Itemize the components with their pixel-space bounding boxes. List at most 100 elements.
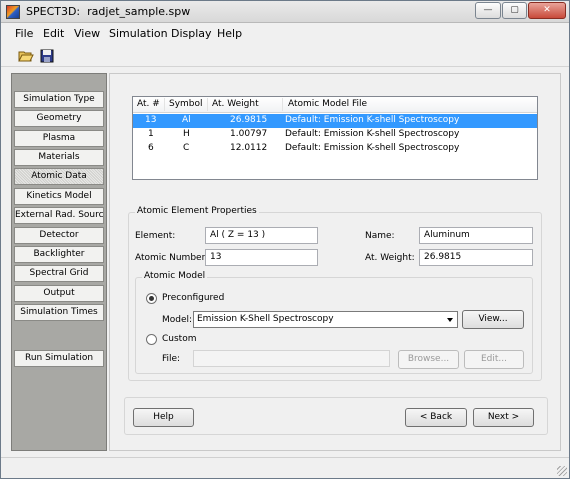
- sidebar-item-label: Spectral Grid: [29, 268, 89, 278]
- cell-model-file: Default: Emission K-shell Spectroscopy: [285, 115, 460, 125]
- atomic-element-properties-group: Atomic Element Properties Element: Al ( …: [128, 206, 542, 381]
- sidebar-item-label: Kinetics Model: [26, 191, 92, 201]
- file-field[interactable]: [193, 350, 390, 367]
- sidebar-item-label: External Rad. Source: [15, 210, 104, 220]
- cell-weight: 1.00797: [230, 129, 268, 139]
- open-folder-icon: [18, 51, 34, 62]
- sidebar: Simulation Type Geometry Plasma Material…: [11, 73, 107, 451]
- cell-atomic-number: 13: [145, 115, 157, 125]
- weight-field[interactable]: 26.9815: [419, 249, 533, 266]
- name-field[interactable]: Aluminum: [419, 227, 533, 244]
- save-disk-icon: [40, 49, 54, 63]
- table-row[interactable]: 6 C 12.0112 Default: Emission K-shell Sp…: [133, 142, 537, 156]
- preconfigured-radio[interactable]: [146, 293, 157, 304]
- sidebar-item-detector[interactable]: Detector: [14, 227, 104, 244]
- sidebar-item-simulation-type[interactable]: Simulation Type: [14, 91, 104, 108]
- sidebar-item-backlighter[interactable]: Backlighter: [14, 246, 104, 263]
- atomic-number-field[interactable]: 13: [205, 249, 318, 266]
- table-row[interactable]: 1 H 1.00797 Default: Emission K-shell Sp…: [133, 128, 537, 142]
- close-icon: ✕: [543, 5, 551, 15]
- element-field[interactable]: Al ( Z = 13 ): [205, 227, 318, 244]
- sidebar-item-output[interactable]: Output: [14, 285, 104, 302]
- next-button[interactable]: Next >: [473, 408, 534, 427]
- maximize-button[interactable]: ▢: [502, 2, 527, 19]
- menu-view-label: View: [74, 27, 101, 40]
- minimize-button[interactable]: —: [475, 2, 501, 19]
- menu-help[interactable]: Help: [217, 27, 242, 40]
- file-label: File:: [162, 354, 181, 364]
- window-title: SPECT3D: radjet_sample.spw: [26, 5, 190, 18]
- sidebar-item-atomic-data[interactable]: Atomic Data: [14, 168, 104, 185]
- run-simulation-button[interactable]: Run Simulation: [14, 350, 104, 367]
- menu-edit-label: Edit: [43, 27, 65, 40]
- cell-atomic-number: 6: [148, 143, 154, 153]
- model-select-value: Emission K-Shell Spectroscopy: [197, 314, 334, 324]
- sidebar-item-plasma[interactable]: Plasma: [14, 130, 104, 147]
- atomic-data-panel: At. # Symbol At. Weight Atomic Model Fil…: [109, 73, 561, 451]
- table-row[interactable]: 13 Al 26.9815 Default: Emission K-shell …: [133, 114, 537, 128]
- col-header-weight[interactable]: At. Weight: [212, 99, 259, 109]
- sidebar-item-label: Plasma: [42, 133, 76, 143]
- save-button[interactable]: [38, 47, 56, 65]
- group-title: Atomic Element Properties: [135, 206, 259, 216]
- title-bar[interactable]: SPECT3D: radjet_sample.spw — ▢ ✕: [1, 1, 569, 23]
- cell-weight: 12.0112: [230, 143, 268, 153]
- sidebar-item-label: Simulation Times: [20, 307, 98, 317]
- col-header-model-file[interactable]: Atomic Model File: [288, 99, 367, 109]
- menu-bar: File Edit View Simulation Display Help: [1, 24, 569, 44]
- chevron-down-icon: [447, 318, 453, 322]
- spect3d-app-icon: [6, 5, 20, 19]
- cell-symbol: H: [183, 129, 190, 139]
- maximize-icon: ▢: [510, 5, 519, 15]
- menu-file[interactable]: File: [15, 27, 33, 40]
- sidebar-item-label: Detector: [39, 230, 79, 240]
- weight-label: At. Weight:: [365, 253, 415, 263]
- sidebar-item-spectral-grid[interactable]: Spectral Grid: [14, 265, 104, 282]
- sidebar-item-label: Atomic Data: [31, 171, 87, 181]
- sidebar-item-geometry[interactable]: Geometry: [14, 110, 104, 127]
- edit-button[interactable]: Edit...: [464, 350, 524, 369]
- view-button[interactable]: View...: [462, 310, 524, 329]
- menu-display[interactable]: Display: [171, 27, 212, 40]
- app-name: SPECT3D:: [26, 5, 81, 18]
- back-button[interactable]: < Back: [405, 408, 467, 427]
- cell-symbol: Al: [182, 115, 191, 125]
- resize-grip-icon[interactable]: [557, 466, 567, 476]
- menu-display-label: Display: [171, 27, 212, 40]
- app-window: SPECT3D: radjet_sample.spw — ▢ ✕ File Ed…: [0, 0, 570, 479]
- navigation-bar: Help < Back Next >: [124, 397, 548, 435]
- element-table[interactable]: At. # Symbol At. Weight Atomic Model Fil…: [132, 96, 538, 180]
- model-select[interactable]: Emission K-Shell Spectroscopy: [193, 311, 458, 328]
- toolbar: [1, 45, 569, 67]
- cell-model-file: Default: Emission K-shell Spectroscopy: [285, 129, 460, 139]
- cell-weight: 26.9815: [230, 115, 268, 125]
- menu-simulation[interactable]: Simulation: [109, 27, 168, 40]
- table-header: At. # Symbol At. Weight Atomic Model Fil…: [133, 97, 537, 113]
- close-button[interactable]: ✕: [528, 2, 566, 19]
- cell-atomic-number: 1: [148, 129, 154, 139]
- open-button[interactable]: [17, 47, 35, 65]
- menu-edit[interactable]: Edit: [43, 27, 64, 40]
- element-label: Element:: [135, 231, 176, 241]
- cell-model-file: Default: Emission K-shell Spectroscopy: [285, 143, 460, 153]
- sidebar-item-simulation-times[interactable]: Simulation Times: [14, 304, 104, 321]
- col-header-symbol[interactable]: Symbol: [169, 99, 203, 109]
- preconfigured-label: Preconfigured: [162, 293, 225, 303]
- atomic-model-group: Atomic Model Preconfigured Model: Emissi…: [135, 271, 533, 374]
- custom-radio[interactable]: [146, 334, 157, 345]
- help-button[interactable]: Help: [133, 408, 194, 427]
- cell-symbol: C: [183, 143, 190, 153]
- menu-help-label: Help: [217, 27, 243, 40]
- sidebar-item-label: Output: [43, 288, 75, 298]
- sidebar-item-label: Materials: [38, 152, 80, 162]
- sidebar-item-materials[interactable]: Materials: [14, 149, 104, 166]
- model-label: Model:: [162, 315, 193, 325]
- sidebar-item-kinetics-model[interactable]: Kinetics Model: [14, 188, 104, 205]
- col-header-atomic-number[interactable]: At. #: [137, 99, 160, 109]
- menu-view[interactable]: View: [74, 27, 100, 40]
- sidebar-item-external-rad-source[interactable]: External Rad. Source: [14, 207, 104, 224]
- custom-label: Custom: [162, 334, 197, 344]
- atomic-number-label: Atomic Number:: [135, 253, 209, 263]
- group-title: Atomic Model: [142, 271, 208, 281]
- browse-button[interactable]: Browse...: [398, 350, 459, 369]
